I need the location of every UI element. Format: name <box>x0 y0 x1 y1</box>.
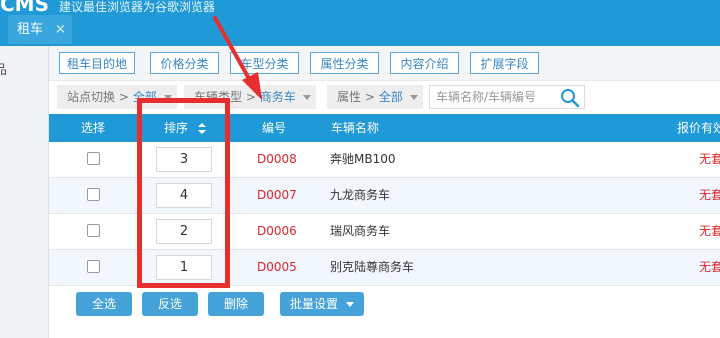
sort-order-input[interactable]: 4 <box>156 183 212 208</box>
attribute-filter-value: 全部 <box>378 90 403 104</box>
attribute-category-button[interactable]: 属性分类 <box>310 52 379 74</box>
content-intro-button[interactable]: 内容介绍 <box>390 52 459 74</box>
header-code: 编号 <box>262 121 287 135</box>
main-content: 租车目的地 价格分类 车型分类 属性分类 内容介绍 扩展字段 站点切换 > 全部… <box>49 46 720 338</box>
delete-button[interactable]: 删除 <box>208 292 264 316</box>
row-checkbox[interactable] <box>87 188 100 201</box>
table-header: 选择 排序 编号 车辆名称 报价有效 <box>49 114 720 142</box>
car-type-filter-select[interactable]: 车辆类型 > 商务车 <box>184 85 316 109</box>
batch-settings-label: 批量设置 <box>289 297 338 311</box>
vehicle-name: 奔驰MB100 <box>330 152 396 166</box>
chevron-down-icon <box>410 95 418 100</box>
select-all-button[interactable]: 全选 <box>76 292 132 316</box>
header-price: 报价有效 <box>677 121 720 135</box>
car-type-category-button[interactable]: 车型分类 <box>230 52 299 74</box>
extend-field-button[interactable]: 扩展字段 <box>470 52 539 74</box>
header-name: 车辆名称 <box>331 121 380 135</box>
site-filter-value: 全部 <box>132 90 157 104</box>
header-sort-label: 排序 <box>164 121 189 135</box>
header-banner: CMS 建议最佳浏览器为谷歌浏览器 <box>0 0 215 16</box>
tab-label: 租车 <box>17 22 44 37</box>
filter-bar: 站点切换 > 全部 车辆类型 > 商务车 属性 > 全部 车辆名称/车辆编号 <box>49 82 720 112</box>
vehicle-name: 九龙商务车 <box>330 188 391 202</box>
site-filter-select[interactable]: 站点切换 > 全部 <box>57 85 177 109</box>
header-sort[interactable]: 排序 <box>164 114 206 142</box>
chevron-down-icon <box>346 302 354 307</box>
destination-button[interactable]: 租车目的地 <box>59 52 135 74</box>
price-validity: 无套餐 <box>699 224 720 238</box>
row-checkbox[interactable] <box>87 152 100 165</box>
header-select: 选择 <box>81 121 106 135</box>
table-row: 1 D0005 别克陆尊商务车 无套餐 <box>49 250 720 286</box>
vehicle-code: D0007 <box>257 188 297 202</box>
sidebar: 品 <box>0 46 49 338</box>
close-icon[interactable]: × <box>55 15 66 44</box>
search-placeholder: 车辆名称/车辆编号 <box>436 90 537 104</box>
logo: CMS <box>0 0 49 16</box>
vehicle-code: D0008 <box>257 152 297 166</box>
vehicle-code: D0006 <box>257 224 297 238</box>
vehicle-name: 别克陆尊商务车 <box>330 260 415 274</box>
price-validity: 无套餐 <box>699 260 720 274</box>
car-type-filter-value: 商务车 <box>259 90 296 104</box>
sort-order-input[interactable]: 1 <box>156 255 212 280</box>
site-filter-label: 站点切换 > <box>67 90 133 104</box>
top-bar: CMS 建议最佳浏览器为谷歌浏览器 租车 × <box>0 0 720 46</box>
table-row: 2 D0006 瑞风商务车 无套餐 <box>49 214 720 250</box>
row-checkbox[interactable] <box>87 260 100 273</box>
toolbar: 租车目的地 价格分类 车型分类 属性分类 内容介绍 扩展字段 <box>49 46 720 81</box>
price-category-button[interactable]: 价格分类 <box>150 52 219 74</box>
header-title: 建议最佳浏览器为谷歌浏览器 <box>58 0 215 14</box>
vehicle-code: D0005 <box>257 260 297 274</box>
batch-settings-button[interactable]: 批量设置 <box>280 292 364 316</box>
tab-car-rental[interactable]: 租车 × <box>8 15 72 44</box>
search-input[interactable]: 车辆名称/车辆编号 <box>429 85 585 109</box>
invert-selection-button[interactable]: 反选 <box>142 292 198 316</box>
table-row: 3 D0008 奔驰MB100 无套餐 <box>49 142 720 178</box>
car-type-filter-label: 车辆类型 > <box>194 90 260 104</box>
sort-order-input[interactable]: 3 <box>156 147 212 172</box>
vehicle-name: 瑞风商务车 <box>330 224 391 238</box>
table-row: 4 D0007 九龙商务车 无套餐 <box>49 178 720 214</box>
price-validity: 无套餐 <box>699 152 720 166</box>
sort-icon[interactable] <box>198 123 206 134</box>
attribute-filter-label: 属性 > <box>337 90 379 104</box>
search-icon[interactable] <box>560 88 580 108</box>
chevron-down-icon <box>164 95 172 100</box>
attribute-filter-select[interactable]: 属性 > 全部 <box>327 85 423 109</box>
sidebar-item-label[interactable]: 品 <box>0 59 7 78</box>
row-checkbox[interactable] <box>87 224 100 237</box>
chevron-down-icon <box>303 95 311 100</box>
price-validity: 无套餐 <box>699 188 720 202</box>
sort-order-input[interactable]: 2 <box>156 219 212 244</box>
